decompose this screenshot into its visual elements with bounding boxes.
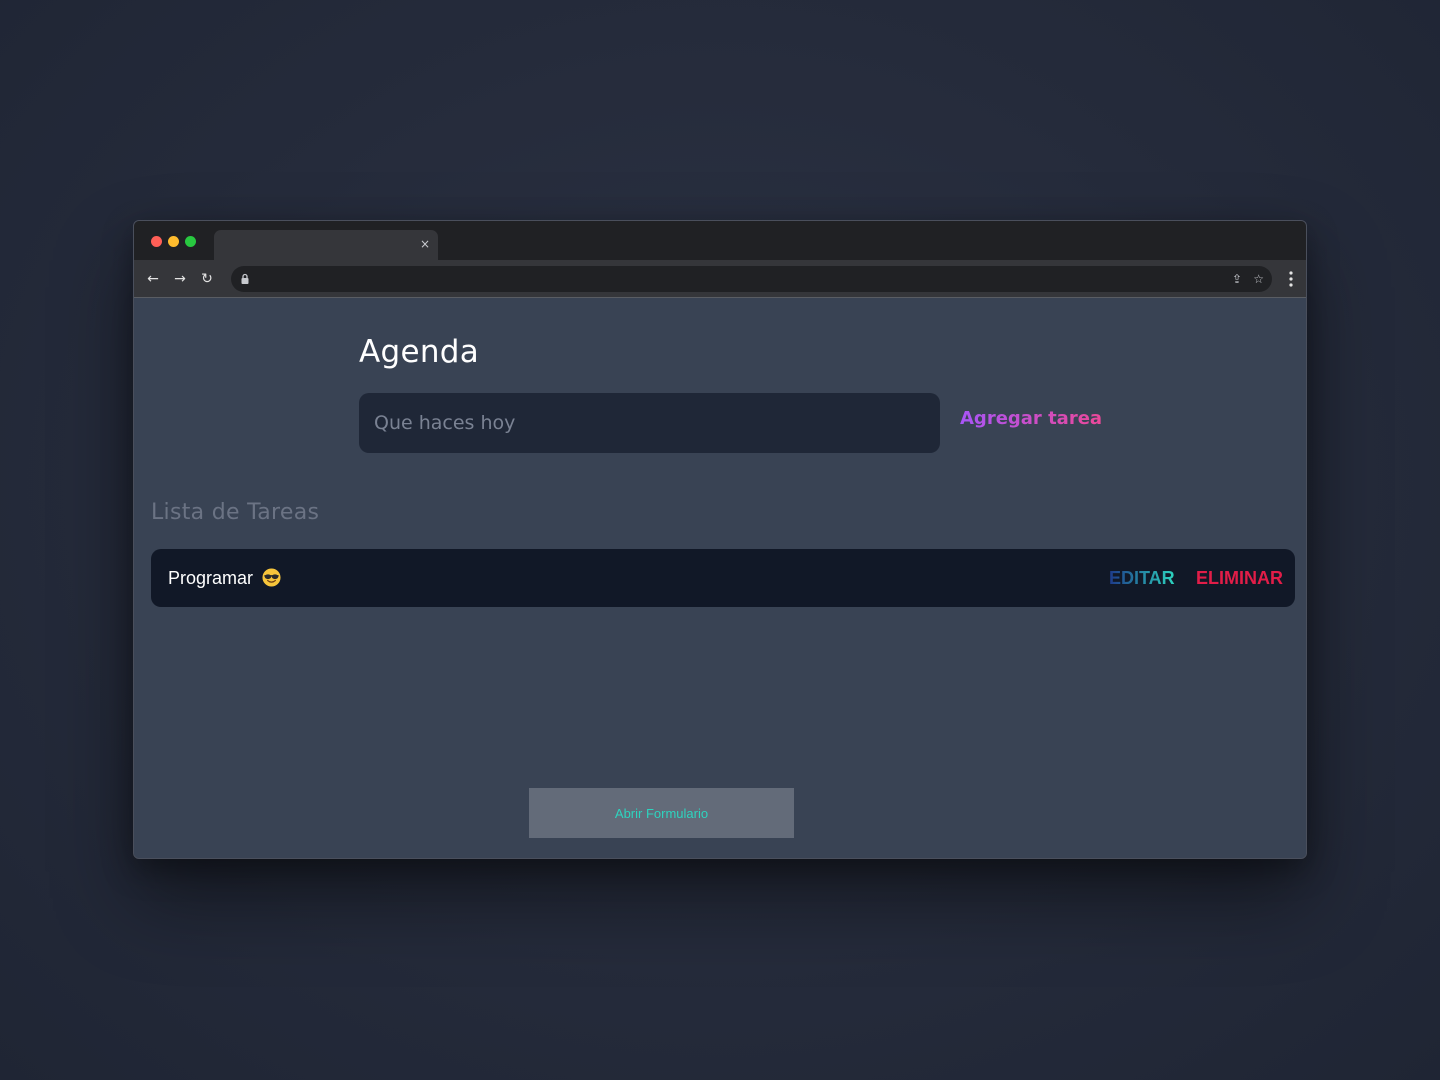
task-input[interactable]	[359, 393, 940, 453]
browser-toolbar: ← → ↻ ⇪ ☆	[134, 260, 1306, 298]
minimize-window-button[interactable]	[168, 236, 179, 247]
browser-tab[interactable]: ×	[214, 230, 438, 260]
forward-arrow-icon[interactable]: →	[170, 269, 190, 289]
bookmark-star-icon[interactable]: ☆	[1253, 270, 1264, 288]
address-bar[interactable]: ⇪ ☆	[231, 266, 1272, 292]
task-list: Programar EDITAR ELIMINAR	[151, 549, 1295, 607]
tab-close-icon[interactable]: ×	[420, 236, 430, 252]
reload-icon[interactable]: ↻	[197, 269, 217, 289]
page-content: Agenda Agregar tarea Lista de Tareas Pro…	[134, 298, 1306, 858]
task-text: Programar	[168, 568, 254, 588]
task-list-title: Lista de Tareas	[151, 500, 320, 525]
sunglasses-emoji-icon	[262, 568, 281, 587]
maximize-window-button[interactable]	[185, 236, 196, 247]
close-window-button[interactable]	[151, 236, 162, 247]
delete-task-button[interactable]: ELIMINAR	[1196, 567, 1283, 589]
edit-task-button[interactable]: EDITAR	[1109, 567, 1175, 589]
tab-bar: ×	[134, 221, 1306, 260]
more-vert-icon[interactable]	[1288, 269, 1294, 289]
add-task-button[interactable]: Agregar tarea	[960, 408, 1102, 429]
share-icon[interactable]: ⇪	[1232, 270, 1242, 288]
lock-icon	[241, 273, 249, 284]
window-controls	[151, 236, 196, 247]
page-title: Agenda	[359, 334, 480, 370]
browser-window: × ← → ↻ ⇪ ☆ Agenda Agregar tarea Lista d…	[133, 220, 1307, 859]
open-form-button[interactable]: Abrir Formulario	[529, 788, 794, 838]
back-arrow-icon[interactable]: ←	[143, 269, 163, 289]
task-item: Programar EDITAR ELIMINAR	[151, 549, 1295, 607]
